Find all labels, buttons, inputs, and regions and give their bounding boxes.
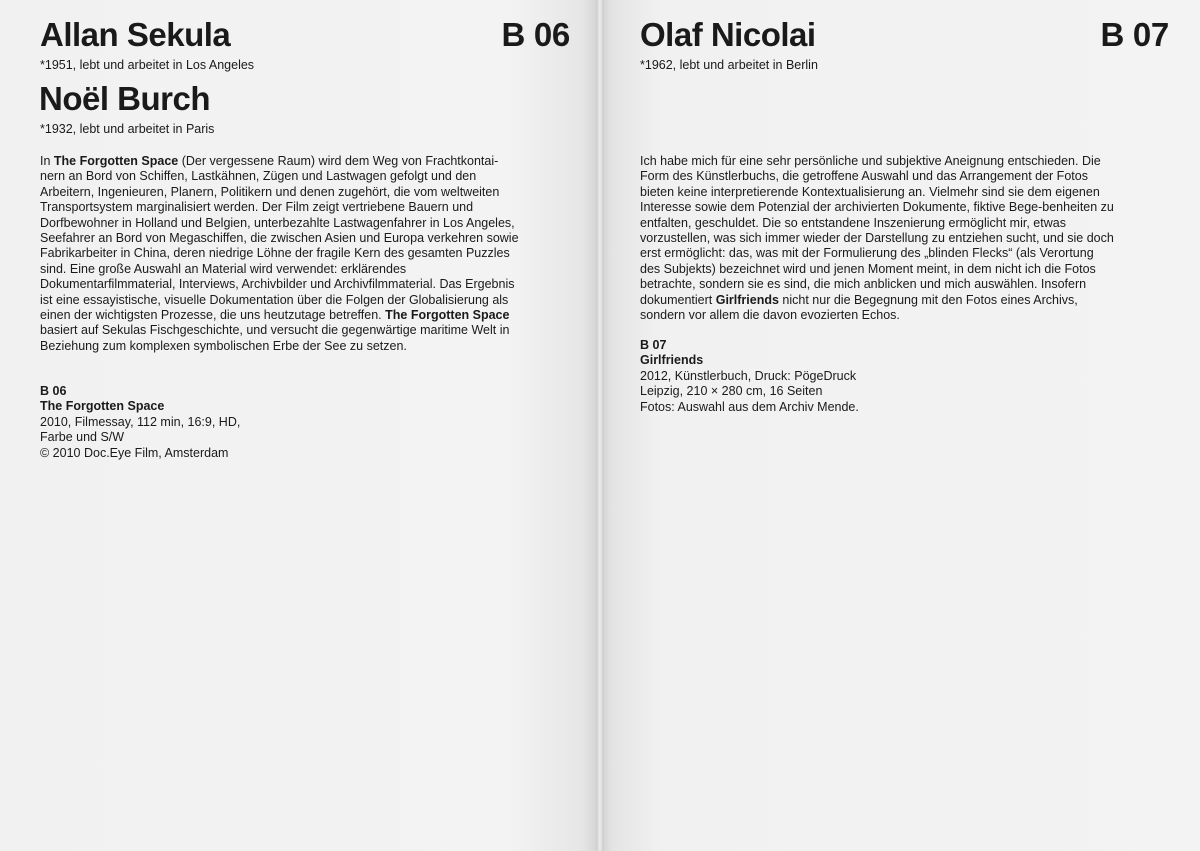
meta-title: The Forgotten Space [40,399,165,414]
description-intro: In [40,154,54,168]
left-page: Allan Sekula B 06 *1951, lebt und arbeit… [0,0,600,851]
meta-line: 2012, Künstlerbuch, Druck: PögeDruck [640,368,857,383]
meta-line: © 2010 Doc.Eye Film, Amsterdam [40,445,229,460]
artwork-description-b06: In The Forgotten Space (Der vergessene R… [40,154,520,354]
meta-line: 2010, Filmessay, 112 min, 16:9, HD, [40,414,241,429]
meta-title: Girlfriends [640,353,704,368]
artist-name-noel-burch: Noël Burch [39,80,211,117]
catalog-code-b06: B 06 [501,16,570,53]
description-paragraph: In The Forgotten Space (Der vergessene R… [40,154,520,354]
meta-line: Leipzig, 210 × 280 cm, 16 Seiten [640,384,823,399]
meta-code: B 06 [40,384,67,398]
catalog-code-b07: B 07 [1100,16,1169,53]
work-title-inline: The Forgotten Space [385,308,510,323]
artist-bio-burch: *1932, lebt und arbeitet in Paris [40,122,215,136]
artist-name-allan-sekula: Allan Sekula [40,16,231,53]
book-gutter [596,0,604,851]
work-title-inline: Girlfriends [715,292,779,307]
description-text-end: basiert auf Sekulas Fischgeschichte, und… [40,323,510,353]
artist-bio-nicolai: *1962, lebt und arbeitet in Berlin [640,58,818,72]
right-page: Olaf Nicolai B 07 *1962, lebt und arbeit… [600,0,1200,851]
artist-name-olaf-nicolai: Olaf Nicolai [640,16,816,53]
work-title-inline: The Forgotten Space [53,154,179,168]
artist-bio-sekula: *1951, lebt und arbeitet in Los Angeles [40,58,255,72]
description-text: (Der vergessene Raum) wird dem Weg von F… [40,154,519,323]
book-spread: Allan Sekula B 06 *1951, lebt und arbeit… [0,0,1200,851]
artwork-description-b07: Ich habe mich für eine sehr persönliche … [640,154,1116,323]
meta-line: Fotos: Auswahl aus dem Archiv Mende. [640,399,859,414]
description-paragraph: Ich habe mich für eine sehr persönliche … [640,154,1116,323]
artwork-metadata-b06: B 06 The Forgotten Space 2010, Filmessay… [40,384,240,461]
artwork-metadata-b07: B 07 Girlfriends 2012, Künstlerbuch, Dru… [640,338,859,415]
description-text: Ich habe mich für eine sehr persönliche … [640,154,1114,307]
meta-code: B 07 [640,338,667,352]
meta-line: Farbe und S/W [40,430,125,445]
